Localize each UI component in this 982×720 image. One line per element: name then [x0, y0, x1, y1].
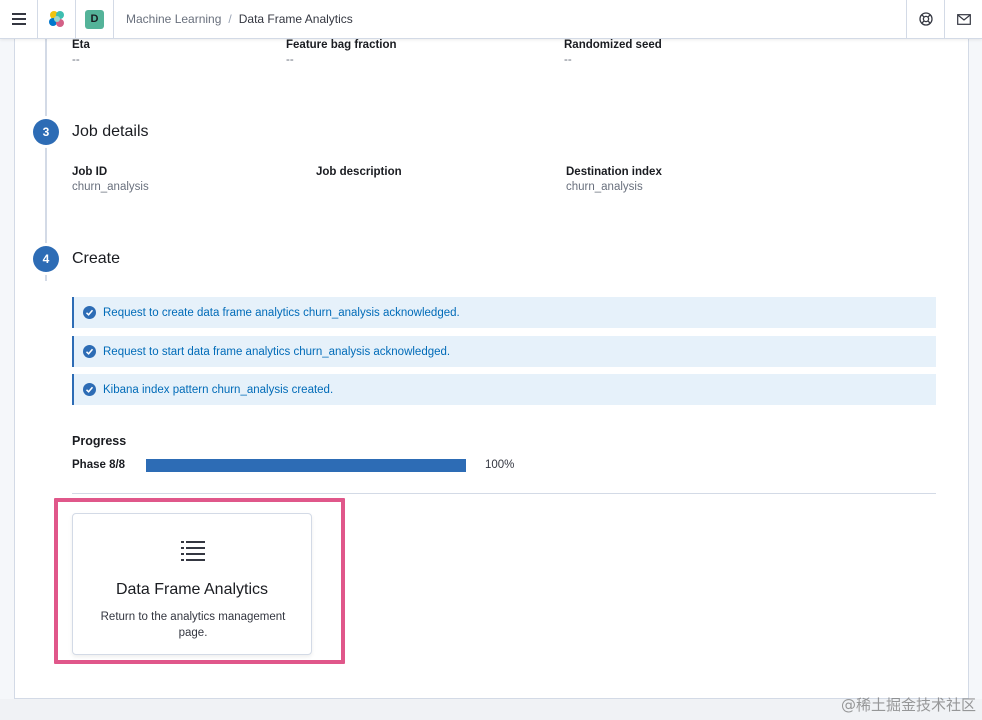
top-header: D Machine Learning / Data Frame Analytic… — [0, 0, 982, 39]
step-title-job-details: Job details — [72, 123, 149, 140]
space-selector[interactable]: D — [76, 0, 114, 38]
progress-percent: 100% — [485, 459, 515, 471]
field-title-job-id: Job ID — [72, 166, 108, 178]
watermark: @稀土掘金技术社区 — [840, 696, 976, 714]
help-icon — [918, 12, 933, 26]
callout-create-acknowledged: Request to create data frame analytics c… — [72, 297, 936, 328]
check-circle-icon — [83, 345, 96, 358]
field-value-destination-index: churn_analysis — [566, 181, 643, 193]
field-value-randomized-seed: -- — [564, 54, 572, 66]
field-value-eta: -- — [72, 54, 80, 66]
callout-text: Request to start data frame analytics ch… — [103, 345, 451, 358]
card-title: Data Frame Analytics — [115, 581, 269, 598]
elastic-logo[interactable] — [38, 0, 76, 38]
phase-label: Phase 8/8 — [72, 459, 126, 471]
menu-button[interactable] — [0, 0, 38, 38]
breadcrumb-machine-learning[interactable]: Machine Learning — [126, 12, 221, 26]
callout-text: Kibana index pattern churn_analysis crea… — [103, 383, 334, 396]
progress-bar-fill — [146, 459, 466, 472]
field-title-job-description: Job description — [316, 166, 402, 178]
step-connector — [45, 39, 47, 281]
field-title-randomized-seed: Randomized seed — [564, 39, 662, 51]
step-number-4: 4 — [33, 246, 59, 272]
bottom-strip — [0, 699, 982, 720]
field-title-eta: Eta — [72, 39, 90, 51]
step-title-create: Create — [72, 250, 121, 267]
field-value-feature-bag-fraction: -- — [286, 54, 294, 66]
list-icon — [179, 538, 207, 567]
callout-text: Request to create data frame analytics c… — [103, 306, 460, 319]
data-frame-analytics-card[interactable]: Data Frame Analytics Return to the analy… — [72, 513, 312, 655]
elastic-logo-icon — [48, 11, 64, 27]
breadcrumb-data-frame-analytics: Data Frame Analytics — [238, 12, 353, 26]
wizard-panel: Eta -- Feature bag fraction -- Randomize… — [14, 39, 969, 699]
callout-index-pattern-created: Kibana index pattern churn_analysis crea… — [72, 374, 936, 405]
breadcrumb-separator: / — [228, 12, 232, 26]
breadcrumb: Machine Learning / Data Frame Analytics — [126, 12, 353, 26]
progress-title: Progress — [72, 434, 127, 448]
check-circle-icon — [83, 383, 96, 396]
newsfeed-button[interactable] — [944, 0, 982, 38]
field-value-job-id: churn_analysis — [72, 181, 149, 193]
mail-icon — [956, 13, 971, 25]
progress-bar — [146, 459, 466, 472]
step-number-3: 3 — [33, 119, 59, 145]
field-title-feature-bag-fraction: Feature bag fraction — [286, 39, 397, 51]
check-circle-icon — [83, 306, 96, 319]
field-title-destination-index: Destination index — [566, 166, 662, 178]
callout-start-acknowledged: Request to start data frame analytics ch… — [72, 336, 936, 367]
hamburger-icon — [11, 12, 26, 27]
help-button[interactable] — [906, 0, 944, 38]
divider — [72, 493, 936, 494]
card-description: Return to the analytics management page. — [100, 611, 286, 639]
space-avatar: D — [85, 9, 104, 29]
